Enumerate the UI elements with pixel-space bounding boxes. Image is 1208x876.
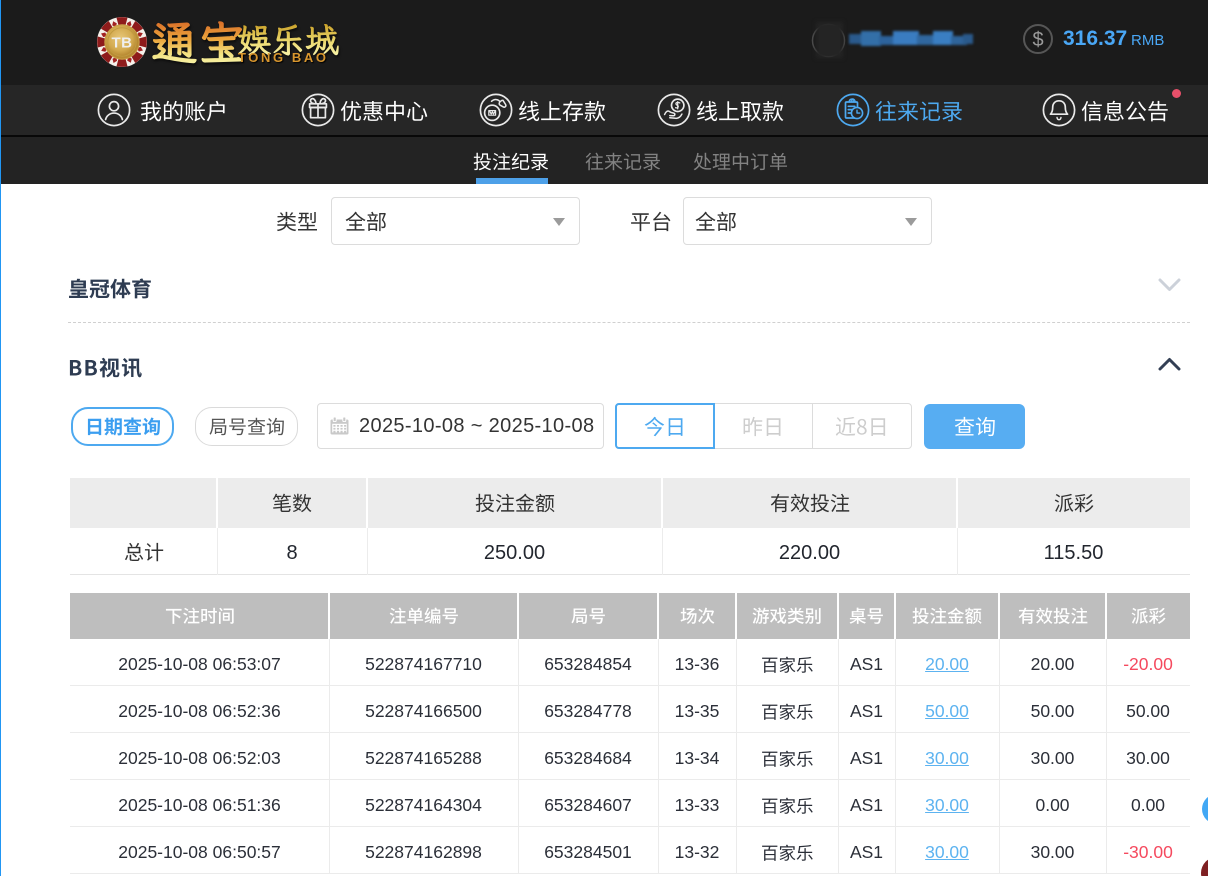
- svg-text:TB: TB: [112, 35, 133, 52]
- svg-text:$: $: [1032, 29, 1043, 51]
